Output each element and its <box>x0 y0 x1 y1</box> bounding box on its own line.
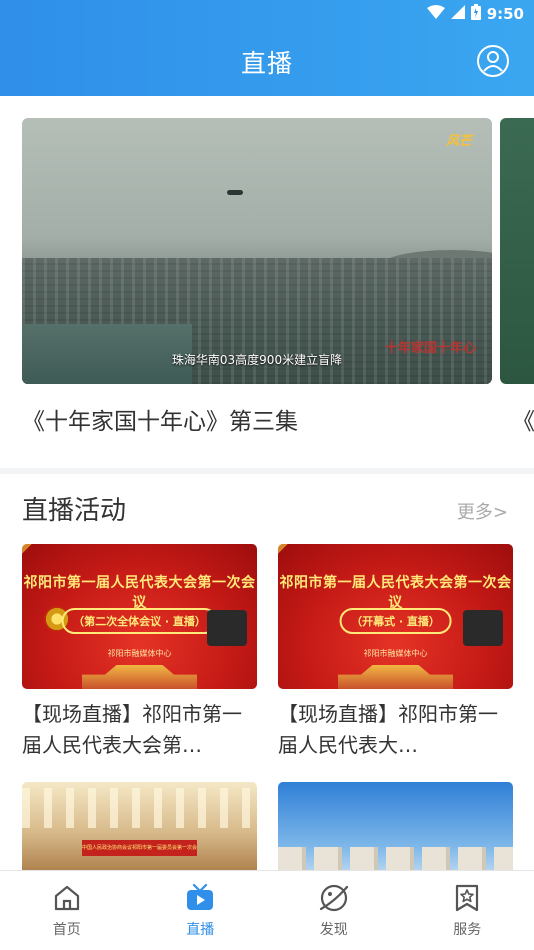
stage-banner-text: 中国人民政治协商会议祁阳市第一届委员会第一次会议 <box>82 845 197 851</box>
bottom-tab-bar: 首页 直播 发现 服务 <box>0 870 534 950</box>
next-featured-title[interactable]: 《十 <box>512 402 534 436</box>
app-header: 9:50 直播 <box>0 0 534 96</box>
tiananmen-icon <box>338 665 453 689</box>
thumbnail-caption: 珠海华南03高度900米建立盲降 <box>171 353 343 367</box>
tab-live[interactable]: 直播 <box>134 871 268 950</box>
live-card-title: 【现场直播】祁阳市第一届人民代表大会第… <box>22 702 242 757</box>
service-star-icon <box>452 883 482 913</box>
section-title: 直播活动 <box>22 496 127 526</box>
tab-home[interactable]: 首页 <box>0 871 134 950</box>
live-card[interactable]: 祁阳市第一届人民代表大会第一次会议 （开幕式 · 直播） 祁阳市融媒体中心 【现… <box>278 544 513 761</box>
more-link[interactable]: 更多> <box>457 498 508 524</box>
featured-video-card[interactable]: 风芒 十年家国十年心 珠海华南03高度900米建立盲降 <box>22 118 492 384</box>
live-card-thumbnail: 祁阳市第一届人民代表大会第一次会议 （开幕式 · 直播） 祁阳市融媒体中心 <box>278 544 513 689</box>
tiananmen-icon <box>82 665 197 689</box>
featured-carousel[interactable]: 风芒 十年家国十年心 珠海华南03高度900米建立盲降 《十年家国十年心》第三集… <box>0 96 534 468</box>
thumbnail-subtitle: （第二次全体会议 · 直播） <box>61 608 218 634</box>
camera-icon <box>463 610 503 646</box>
stage-banner: 中国人民政治协商会议祁阳市第一届委员会第一次会议 <box>82 840 197 856</box>
user-icon <box>476 45 510 82</box>
camera-icon <box>207 610 247 646</box>
thumbnail-banner: 祁阳市第一届人民代表大会第一次会议 <box>279 575 512 611</box>
tab-label: 首页 <box>52 922 81 938</box>
home-icon <box>52 883 82 913</box>
discover-icon <box>319 883 349 913</box>
status-bar: 9:50 <box>426 4 524 24</box>
ceiling-lights <box>22 788 257 828</box>
page-title: 直播 <box>240 49 293 78</box>
airplane-icon <box>227 190 243 195</box>
next-featured-card[interactable] <box>500 118 534 384</box>
battery-icon <box>470 4 481 24</box>
channel-watermark: 风芒 <box>445 134 472 149</box>
live-page: 9:50 直播 风芒 十年家国十年心 珠海华南03高度900米建立盲降 《十年家… <box>0 0 534 950</box>
status-time: 9:50 <box>486 5 524 23</box>
tab-service[interactable]: 服务 <box>401 871 534 950</box>
live-card-title: 【现场直播】祁阳市第一届人民代表大… <box>278 702 498 757</box>
live-card-thumbnail: 祁阳市第一届人民代表大会第一次会议 （第二次全体会议 · 直播） 祁阳市融媒体中… <box>22 544 257 689</box>
wifi-icon <box>426 5 445 23</box>
tab-label: 发现 <box>319 922 348 938</box>
tab-label: 服务 <box>453 922 482 938</box>
live-card[interactable]: 祁阳市第一届人民代表大会第一次会议 （第二次全体会议 · 直播） 祁阳市融媒体中… <box>22 544 257 761</box>
section-divider <box>0 468 534 474</box>
thumbnail-footer: 祁阳市融媒体中心 <box>107 649 172 658</box>
tab-discover[interactable]: 发现 <box>267 871 401 950</box>
tv-play-icon <box>185 883 215 913</box>
flags-decoration <box>278 544 348 574</box>
thumbnail-subtitle: （开幕式 · 直播） <box>339 608 452 634</box>
signal-icon <box>450 5 465 23</box>
user-profile-button[interactable] <box>476 44 510 78</box>
thumbnail-footer: 祁阳市融媒体中心 <box>363 649 428 658</box>
featured-title[interactable]: 《十年家国十年心》第三集 <box>22 402 298 436</box>
flags-decoration <box>22 544 92 574</box>
tab-label: 直播 <box>186 922 215 938</box>
